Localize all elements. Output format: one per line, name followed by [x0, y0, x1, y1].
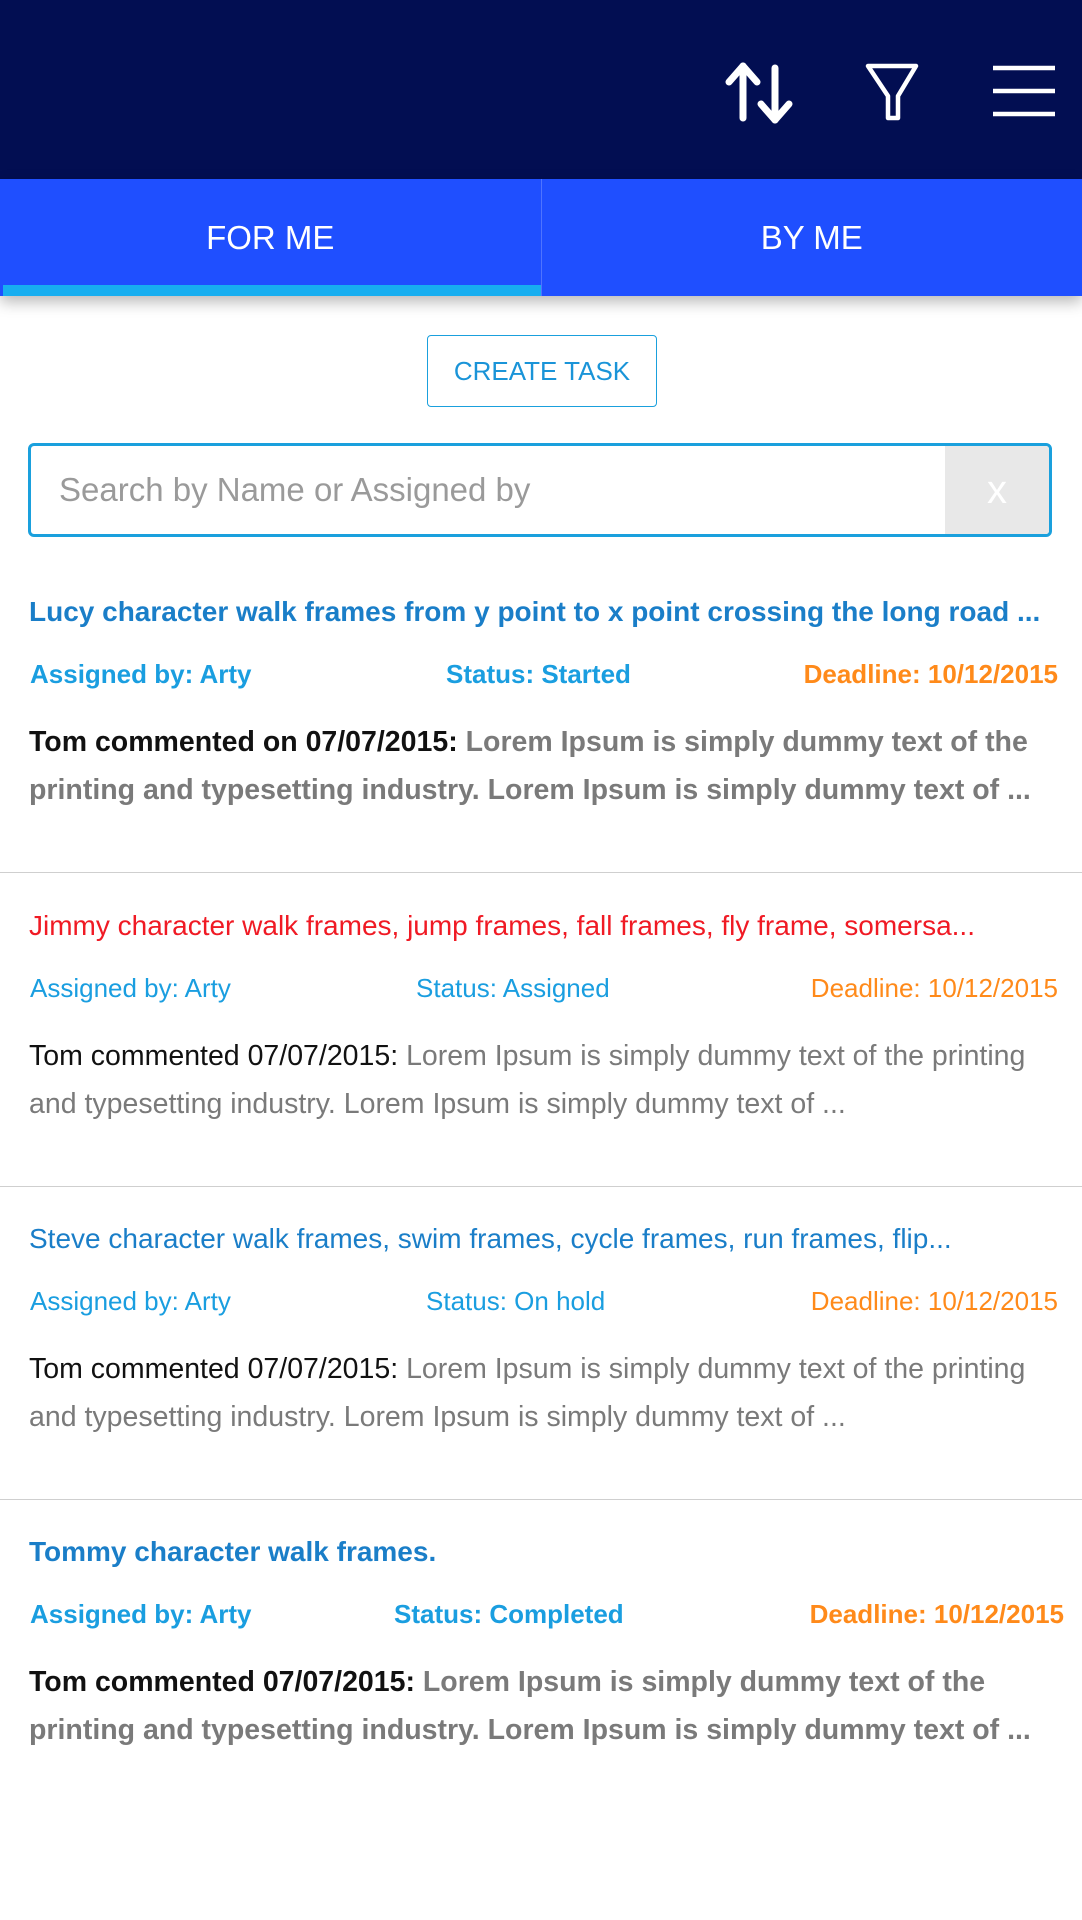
comment-author-date: Tom commented on 07/07/2015:: [29, 726, 466, 758]
task-comment: Tom commented 07/07/2015: Lorem Ipsum is…: [29, 1658, 1059, 1754]
task-status: Status: Completed: [394, 1599, 624, 1629]
task-deadline: Deadline: 10/12/2015: [810, 1286, 1058, 1316]
comment-author-date: Tom commented 07/07/2015:: [29, 1666, 423, 1698]
task-title[interactable]: Lucy character walk frames from y point …: [29, 596, 1069, 628]
assigned-by: Assigned by: Arty: [30, 1599, 252, 1629]
task-deadline: Deadline: 10/12/2015: [803, 659, 1058, 689]
task-deadline: Deadline: 10/12/2015: [810, 973, 1058, 1003]
task-comment: Tom commented 07/07/2015: Lorem Ipsum is…: [29, 1345, 1059, 1441]
task-item[interactable]: Jimmy character walk frames, jump frames…: [0, 874, 1082, 1187]
filter-icon[interactable]: [855, 58, 931, 128]
assigned-by: Assigned by: Arty: [30, 1286, 231, 1316]
tab-for-me[interactable]: FOR ME: [0, 179, 541, 296]
tab-by-me[interactable]: BY ME: [540, 179, 1082, 296]
task-item[interactable]: Lucy character walk frames from y point …: [0, 560, 1082, 873]
sort-icon[interactable]: [721, 58, 797, 128]
task-item[interactable]: Tommy character walk frames. Assigned by…: [0, 1500, 1082, 1813]
task-status: Status: Started: [446, 659, 631, 689]
tab-bar: FOR ME BY ME: [0, 179, 1082, 296]
assigned-by: Assigned by: Arty: [30, 659, 252, 689]
active-tab-indicator: [3, 285, 541, 296]
clear-search-button[interactable]: x: [945, 446, 1049, 534]
tab-label: BY ME: [760, 218, 863, 256]
app-header: [0, 0, 1082, 179]
search-box: x: [28, 443, 1052, 537]
task-title[interactable]: Steve character walk frames, swim frames…: [29, 1223, 1069, 1255]
task-title[interactable]: Tommy character walk frames.: [29, 1536, 1069, 1568]
create-task-button[interactable]: CREATE TASK: [427, 335, 657, 407]
task-comment: Tom commented 07/07/2015: Lorem Ipsum is…: [29, 1032, 1059, 1128]
task-status: Status: Assigned: [416, 973, 610, 1003]
task-title[interactable]: Jimmy character walk frames, jump frames…: [29, 910, 1069, 942]
comment-author-date: Tom commented 07/07/2015:: [29, 1353, 407, 1385]
comment-author-date: Tom commented 07/07/2015:: [29, 1040, 407, 1072]
task-deadline: Deadline: 10/12/2015: [809, 1599, 1064, 1629]
menu-icon[interactable]: [985, 58, 1061, 128]
search-input[interactable]: [31, 446, 945, 534]
task-comment: Tom commented on 07/07/2015: Lorem Ipsum…: [29, 718, 1059, 814]
assigned-by: Assigned by: Arty: [30, 973, 231, 1003]
tab-label: FOR ME: [206, 218, 335, 256]
task-status: Status: On hold: [426, 1286, 606, 1316]
task-item[interactable]: Steve character walk frames, swim frames…: [0, 1187, 1082, 1500]
